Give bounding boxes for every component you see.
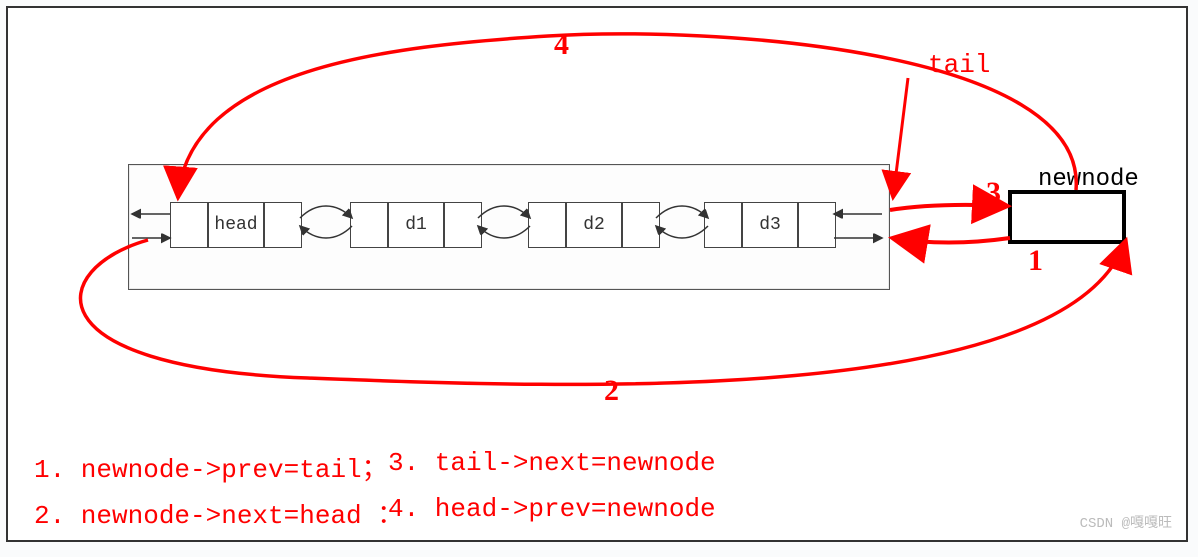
- node-head: head: [170, 202, 302, 246]
- node-d2-data: d2: [566, 202, 622, 248]
- step-1: 1. newnode->prev=tail；: [34, 448, 388, 485]
- link-d1-d2: [474, 200, 534, 246]
- newnode-box: [1008, 190, 1126, 244]
- annotation-num-4: 4: [554, 28, 569, 62]
- link-d2-d3: [652, 200, 712, 246]
- step-2: 2. newnode->next=head ：: [34, 494, 403, 531]
- node-d3: d3: [704, 202, 836, 246]
- step-3: 3. tail->next=newnode: [388, 448, 716, 478]
- head-wrap-out-arrow: [128, 204, 170, 250]
- watermark: CSDN @嘎嘎旺: [1080, 512, 1172, 532]
- step-4: 4. head->prev=newnode: [388, 494, 716, 524]
- node-d3-data: d3: [742, 202, 798, 248]
- diagram-canvas: head d1 d2 d3: [6, 6, 1188, 542]
- annotation-num-3: 3: [986, 176, 1001, 210]
- node-d1: d1: [350, 202, 482, 246]
- annotation-num-2: 2: [604, 374, 619, 408]
- node-head-prev: [170, 202, 208, 248]
- node-head-data: head: [208, 202, 264, 248]
- node-d1-data: d1: [388, 202, 444, 248]
- tail-wrap-out-arrow: [830, 204, 886, 250]
- tail-label: tail: [928, 50, 990, 80]
- newnode-label: newnode: [1038, 166, 1139, 193]
- link-head-d1: [296, 200, 356, 246]
- node-d2: d2: [528, 202, 660, 246]
- annotation-num-1: 1: [1028, 244, 1043, 278]
